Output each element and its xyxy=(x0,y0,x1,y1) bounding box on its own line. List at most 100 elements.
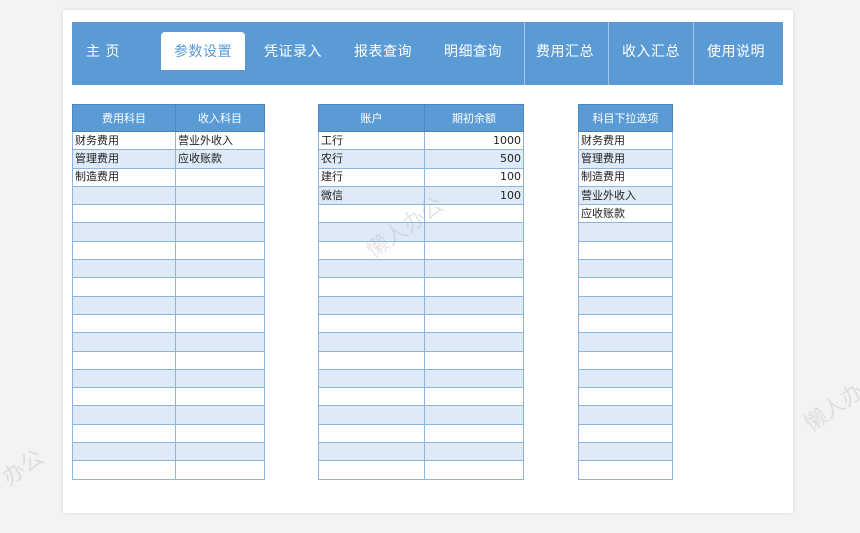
tab-instructions[interactable]: 使用说明 xyxy=(694,32,778,70)
table-cell[interactable] xyxy=(175,405,265,425)
table-cell[interactable] xyxy=(424,277,524,297)
table-cell[interactable] xyxy=(72,204,176,224)
table-cell[interactable] xyxy=(318,295,425,315)
table-cell[interactable] xyxy=(318,442,425,462)
table-cell[interactable]: 财务费用 xyxy=(578,130,673,151)
tab-report-query[interactable]: 报表查询 xyxy=(342,32,424,70)
table-cell[interactable] xyxy=(72,387,176,407)
tab-detail-query[interactable]: 明细查询 xyxy=(432,32,514,70)
table-cell[interactable] xyxy=(72,423,176,444)
table-cell[interactable] xyxy=(318,259,425,279)
table-row xyxy=(578,350,673,370)
table-cell[interactable] xyxy=(318,405,425,425)
table-row xyxy=(578,405,673,425)
table-cell[interactable]: 营业外收入 xyxy=(578,185,673,206)
expense-income-subjects-table: 费用科目 收入科目 财务费用 营业外收入 管理费用 应收账款 制造费用 xyxy=(72,104,265,480)
table-cell[interactable] xyxy=(318,332,425,352)
table-cell[interactable]: 应收账款 xyxy=(578,204,673,224)
table-cell[interactable] xyxy=(578,350,673,370)
table-cell[interactable]: 管理费用 xyxy=(578,149,673,169)
table-cell[interactable] xyxy=(318,368,425,389)
table-cell[interactable] xyxy=(175,240,265,261)
table-cell[interactable] xyxy=(72,185,176,206)
table-cell[interactable] xyxy=(578,423,673,444)
table-cell[interactable] xyxy=(72,240,176,261)
table-cell[interactable] xyxy=(175,368,265,389)
table-cell[interactable] xyxy=(175,204,265,224)
table-cell[interactable]: 100 xyxy=(424,167,524,187)
table-cell[interactable] xyxy=(72,222,176,242)
table-cell[interactable] xyxy=(424,222,524,242)
table-cell[interactable]: 1000 xyxy=(424,130,524,151)
table-cell[interactable] xyxy=(175,460,265,480)
table-cell[interactable]: 营业外收入 xyxy=(175,130,265,151)
tab-expense-summary[interactable]: 费用汇总 xyxy=(525,32,605,70)
table-cell[interactable] xyxy=(72,277,176,297)
table-cell[interactable] xyxy=(318,277,425,297)
table-cell[interactable] xyxy=(318,423,425,444)
table-cell[interactable] xyxy=(424,368,524,389)
table-cell[interactable] xyxy=(175,167,265,187)
table-cell[interactable] xyxy=(318,313,425,334)
table-cell[interactable] xyxy=(72,350,176,370)
table-cell[interactable] xyxy=(175,295,265,315)
table-cell[interactable] xyxy=(72,442,176,462)
table-cell[interactable] xyxy=(578,368,673,389)
table-cell[interactable]: 建行 xyxy=(318,167,425,187)
table-cell[interactable]: 应收账款 xyxy=(175,149,265,169)
table-cell[interactable] xyxy=(72,405,176,425)
table-cell[interactable] xyxy=(175,350,265,370)
table-cell[interactable] xyxy=(424,259,524,279)
table-cell[interactable] xyxy=(578,405,673,425)
table-cell[interactable] xyxy=(175,332,265,352)
table-cell[interactable] xyxy=(72,295,176,315)
table-cell[interactable] xyxy=(578,332,673,352)
table-cell[interactable] xyxy=(578,222,673,242)
table-cell[interactable] xyxy=(578,259,673,279)
table-cell[interactable] xyxy=(72,460,176,480)
table-cell[interactable] xyxy=(175,387,265,407)
table-cell[interactable]: 500 xyxy=(424,149,524,169)
table-cell[interactable] xyxy=(424,460,524,480)
table-cell[interactable] xyxy=(318,387,425,407)
table-cell[interactable]: 管理费用 xyxy=(72,149,176,169)
table-cell[interactable] xyxy=(175,259,265,279)
table-cell[interactable] xyxy=(72,259,176,279)
table-cell[interactable]: 财务费用 xyxy=(72,130,176,151)
table-cell[interactable] xyxy=(424,240,524,261)
table-cell[interactable] xyxy=(318,350,425,370)
table-cell[interactable] xyxy=(72,313,176,334)
tab-home[interactable]: 主 页 xyxy=(72,32,134,70)
table-cell[interactable] xyxy=(175,222,265,242)
table-cell[interactable] xyxy=(424,387,524,407)
table-cell[interactable]: 工行 xyxy=(318,130,425,151)
table-cell[interactable] xyxy=(578,240,673,261)
table-cell[interactable] xyxy=(578,313,673,334)
table-cell[interactable] xyxy=(424,350,524,370)
table-cell[interactable] xyxy=(578,295,673,315)
table-cell[interactable] xyxy=(175,185,265,206)
table-cell[interactable] xyxy=(424,423,524,444)
table-cell[interactable] xyxy=(175,423,265,444)
table-cell[interactable] xyxy=(424,313,524,334)
table-cell[interactable] xyxy=(424,332,524,352)
table-cell[interactable] xyxy=(578,387,673,407)
table-cell[interactable]: 农行 xyxy=(318,149,425,169)
tab-parameter-settings[interactable]: 参数设置 xyxy=(161,32,245,70)
table-cell[interactable] xyxy=(578,277,673,297)
tab-income-summary[interactable]: 收入汇总 xyxy=(610,32,692,70)
tab-voucher-entry[interactable]: 凭证录入 xyxy=(252,32,334,70)
table-cell[interactable] xyxy=(72,368,176,389)
table-cell[interactable] xyxy=(318,460,425,480)
table-cell[interactable] xyxy=(72,332,176,352)
table-cell[interactable]: 制造费用 xyxy=(72,167,176,187)
table-cell[interactable] xyxy=(175,442,265,462)
table-cell[interactable] xyxy=(175,313,265,334)
table-cell[interactable]: 制造费用 xyxy=(578,167,673,187)
table-cell[interactable] xyxy=(424,442,524,462)
table-cell[interactable] xyxy=(424,405,524,425)
table-cell[interactable] xyxy=(578,460,673,480)
table-cell[interactable] xyxy=(578,442,673,462)
table-cell[interactable] xyxy=(175,277,265,297)
table-cell[interactable] xyxy=(424,295,524,315)
